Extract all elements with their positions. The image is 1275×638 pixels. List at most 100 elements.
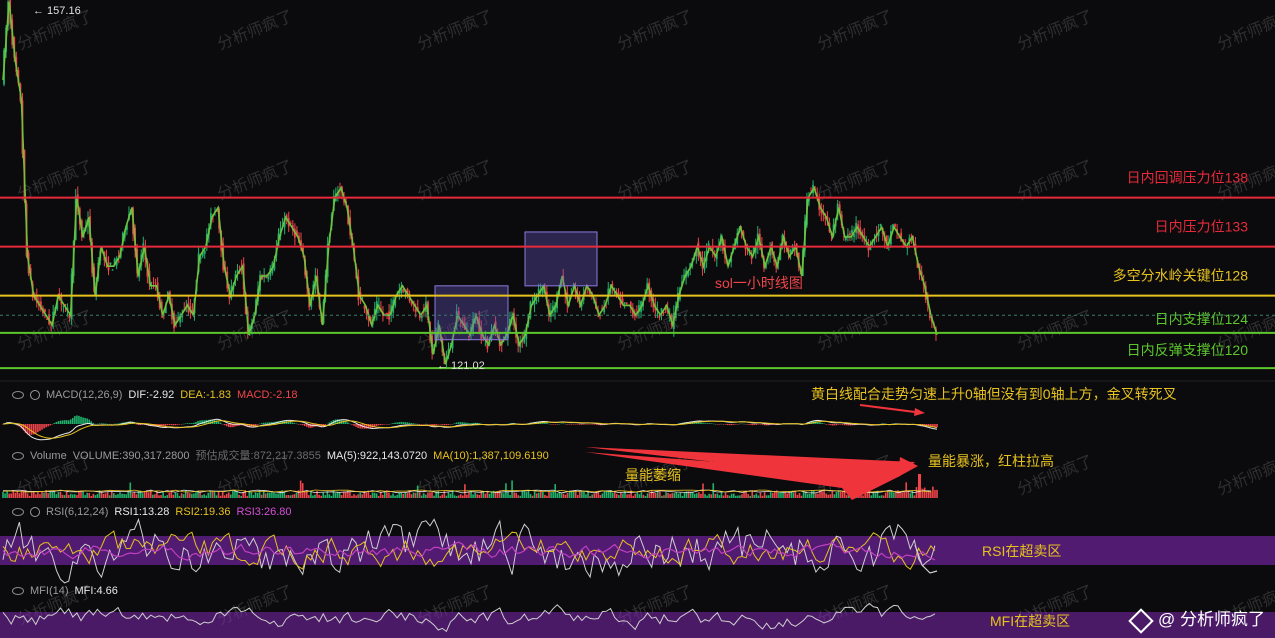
watermark-text: 分析师疯了 xyxy=(1215,452,1275,499)
volume-bar xyxy=(287,495,290,498)
macd-bar xyxy=(53,423,56,424)
consolidation-box xyxy=(434,285,509,341)
visibility-icon[interactable] xyxy=(12,452,24,461)
candle-body xyxy=(789,250,792,253)
visibility-icon[interactable] xyxy=(12,391,24,400)
volume-bar xyxy=(893,492,895,498)
volume-bar xyxy=(449,493,452,498)
volume-bar xyxy=(254,492,257,498)
macd-bar xyxy=(353,424,355,426)
macd-bar xyxy=(289,421,292,424)
watermark-text: 分析师疯了 xyxy=(415,7,496,54)
macd-bar xyxy=(568,424,571,425)
volume-bar xyxy=(546,495,548,498)
chart-svg: 分析师疯了 分析师疯了 分析师疯了 分析师疯了 分析师疯了 分析师疯了 分析师疯了分析师疯了… xyxy=(0,0,1275,638)
macd-bar xyxy=(839,424,842,425)
level-label: 日内压力位133 xyxy=(1155,219,1249,235)
volume-bar xyxy=(835,492,838,498)
volume-bar xyxy=(529,494,532,498)
volume-bar xyxy=(911,490,914,498)
volume-bar xyxy=(176,493,179,498)
volume-bar xyxy=(533,491,536,498)
volume-bar xyxy=(291,494,294,498)
volume-bar xyxy=(240,495,242,498)
macd-bar xyxy=(741,423,743,425)
volume-bar xyxy=(936,489,938,498)
visibility-icon[interactable] xyxy=(12,587,24,596)
volume-bar xyxy=(141,493,144,498)
volume-bar xyxy=(147,492,150,498)
volume-bar xyxy=(353,494,355,498)
macd-bar xyxy=(82,417,84,424)
macd-bar xyxy=(470,423,472,424)
macd-bar xyxy=(217,421,220,424)
volume-estimate: 预估成交量:872,217.3855 xyxy=(195,450,321,462)
macd-bar xyxy=(110,424,113,425)
volume-bar xyxy=(829,494,832,498)
volume-bar xyxy=(404,492,407,498)
volume-bar xyxy=(349,491,351,498)
macd-bar xyxy=(845,424,848,426)
macd-bar xyxy=(420,424,423,425)
volume-bar xyxy=(691,492,694,498)
volume-bar xyxy=(654,492,657,498)
macd-bar xyxy=(414,423,417,425)
volume-bar xyxy=(433,495,435,498)
volume-bar xyxy=(74,494,76,498)
volume-bar xyxy=(905,482,908,498)
macd-bar xyxy=(745,424,747,425)
volume-bar xyxy=(560,493,563,498)
macd-bar xyxy=(390,423,392,425)
macd-bar xyxy=(388,424,390,425)
volume-bar xyxy=(870,495,873,498)
volume-bar xyxy=(677,493,680,498)
volume-bar xyxy=(462,495,464,498)
volume-bar xyxy=(792,492,795,498)
volume-bar xyxy=(640,492,643,498)
macd-dea-line xyxy=(2,420,938,439)
volume-bar xyxy=(453,495,456,498)
volume-bar xyxy=(821,491,823,498)
volume-bar xyxy=(806,494,809,498)
volume-bar xyxy=(525,491,528,498)
volume-bar xyxy=(10,493,13,498)
volume-bar xyxy=(611,492,614,498)
volume-bar xyxy=(427,492,429,498)
macd-bar xyxy=(67,420,70,424)
volume-bar xyxy=(585,494,587,498)
visibility-icon[interactable] xyxy=(12,508,24,517)
volume-bar xyxy=(234,490,236,498)
volume-bar xyxy=(133,491,136,498)
volume-bar xyxy=(780,491,782,498)
macd-bar xyxy=(176,424,179,425)
candle-body xyxy=(109,262,112,265)
volume-bar xyxy=(515,492,517,498)
volume-bar xyxy=(267,492,269,498)
volume-bar xyxy=(659,491,661,498)
volume-bar xyxy=(632,495,634,498)
candle-body xyxy=(625,302,628,304)
macd-bar xyxy=(564,423,567,425)
volume-bar xyxy=(166,495,169,498)
volume-bar xyxy=(845,495,848,498)
volume-bar xyxy=(86,492,88,498)
bell-icon[interactable] xyxy=(30,390,40,401)
bell-icon[interactable] xyxy=(30,507,40,518)
volume-bar xyxy=(535,493,538,498)
macd-bar xyxy=(51,424,54,425)
macd-bar xyxy=(260,423,263,424)
volume-bar xyxy=(4,493,6,498)
volume-bar xyxy=(215,495,218,498)
macd-bar xyxy=(186,423,189,424)
volume-bar xyxy=(135,494,138,498)
macd-bar xyxy=(708,423,710,424)
volume-bar xyxy=(714,493,717,498)
macd-bar xyxy=(102,423,105,424)
macd-bar xyxy=(819,422,821,424)
macd-bar xyxy=(115,423,117,425)
volume-bar xyxy=(681,495,684,498)
volume-bar xyxy=(28,495,31,498)
macd-bar xyxy=(299,424,302,425)
volume-bar xyxy=(232,490,234,498)
volume-bar xyxy=(377,495,380,498)
